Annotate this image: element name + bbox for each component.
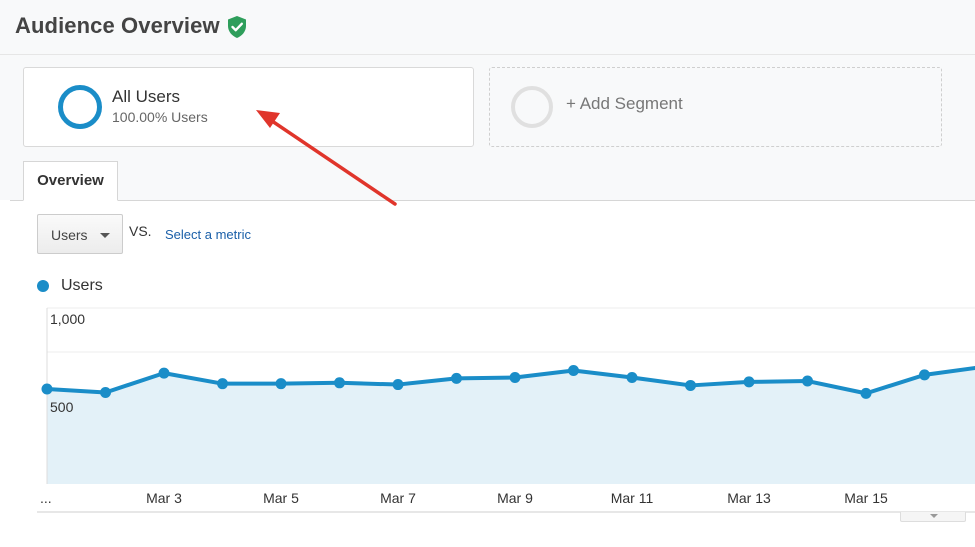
data-point <box>919 369 930 381</box>
data-point <box>509 372 521 384</box>
y-tick-label: 1,000 <box>50 311 85 327</box>
segment-share: 100.00% Users <box>112 109 208 125</box>
data-point <box>743 376 755 388</box>
x-tick-label: Mar 7 <box>380 490 416 506</box>
add-segment-button[interactable]: + Add Segment <box>489 67 942 147</box>
data-point <box>685 379 696 391</box>
caret-down-icon <box>930 514 938 518</box>
users-line-chart: 1,000 500... Mar 3 Mar 5 Mar 7 Mar 9 Mar 11 Mar… <box>37 307 975 513</box>
data-point <box>217 378 228 390</box>
data-point <box>451 372 462 384</box>
data-point <box>41 383 53 395</box>
metric-dropdown[interactable]: Users <box>37 214 123 254</box>
data-point <box>568 364 579 376</box>
data-point <box>860 387 872 399</box>
data-point <box>626 372 638 384</box>
legend-series-label: Users <box>61 277 103 294</box>
segment-ring-icon <box>58 85 102 129</box>
y-tick-label: 500 <box>50 399 74 415</box>
data-point <box>392 379 404 391</box>
metric-dropdown-value: Users <box>51 227 88 243</box>
select-metric-link[interactable]: Select a metric <box>165 227 251 242</box>
tab-divider <box>10 200 975 201</box>
x-tick-label: Mar 5 <box>263 490 299 506</box>
segment-all-users[interactable]: All Users 100.00% Users <box>23 67 474 147</box>
x-tick-label: Mar 13 <box>727 490 771 506</box>
legend-dot-icon <box>37 280 49 292</box>
page-header: Audience Overview <box>0 0 975 55</box>
empty-ring-icon <box>511 86 553 128</box>
data-point <box>100 386 111 398</box>
audience-overview-page: Audience Overview All Users 100.00% User… <box>0 0 975 547</box>
chart-scroll-handle[interactable] <box>900 512 966 522</box>
vs-label: VS. <box>129 223 152 239</box>
series-area-users <box>47 368 975 484</box>
tab-overview[interactable]: Overview <box>23 161 118 201</box>
data-point <box>275 378 287 390</box>
data-point <box>802 375 813 387</box>
x-tick-label: Mar 11 <box>611 490 654 506</box>
x-tick-label: ... <box>40 490 52 506</box>
data-point <box>334 377 345 389</box>
x-tick-label: Mar 9 <box>497 490 533 506</box>
x-tick-label: Mar 3 <box>146 490 182 506</box>
data-point <box>158 367 170 379</box>
shield-check-icon <box>228 16 246 38</box>
add-segment-label: + Add Segment <box>566 94 683 113</box>
page-title: Audience Overview <box>15 13 220 38</box>
segment-name: All Users <box>112 87 181 106</box>
chevron-down-icon <box>100 233 110 238</box>
x-tick-label: Mar 15 <box>844 490 888 506</box>
